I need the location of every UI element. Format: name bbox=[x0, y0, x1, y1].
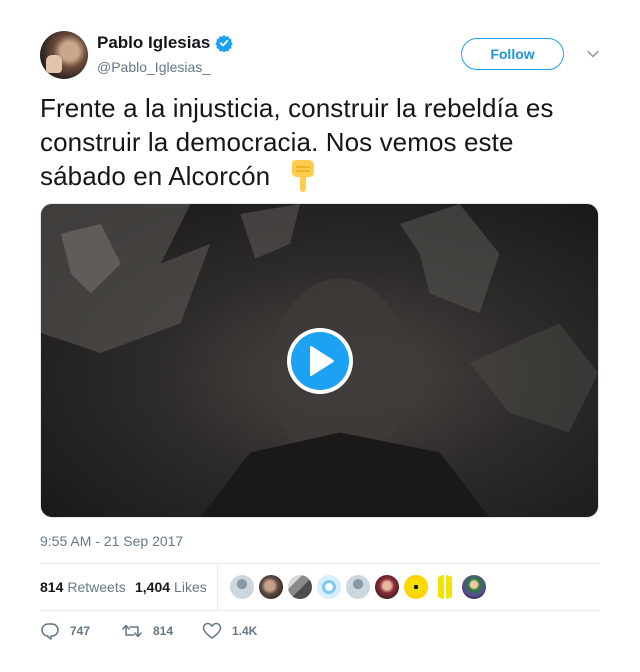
reply-count: 747 bbox=[70, 624, 91, 638]
retweets-stat[interactable]: 814 Retweets bbox=[40, 579, 126, 595]
liker-avatar[interactable] bbox=[374, 574, 400, 600]
reply-icon bbox=[41, 623, 59, 640]
video-player[interactable] bbox=[40, 203, 599, 518]
tweet-text: Frente a la injusticia, construir la reb… bbox=[40, 91, 600, 193]
avatar[interactable] bbox=[40, 31, 88, 79]
pointing-down-icon bbox=[291, 160, 314, 192]
tweet-stats: 814 Retweets 1,404 Likes bbox=[40, 564, 600, 610]
liker-avatar[interactable] bbox=[432, 574, 458, 600]
likes-label: Likes bbox=[174, 579, 207, 595]
liker-avatar[interactable] bbox=[316, 574, 342, 600]
author-name-row: Pablo Iglesias bbox=[97, 33, 234, 53]
author-handle[interactable]: @Pablo_Iglesias_ bbox=[97, 59, 210, 75]
liker-avatar[interactable] bbox=[461, 574, 487, 600]
retweets-count: 814 bbox=[40, 579, 64, 595]
reply-action[interactable]: 747 bbox=[40, 622, 90, 640]
retweet-action[interactable]: 814 bbox=[121, 622, 173, 640]
liker-avatar[interactable] bbox=[403, 574, 429, 600]
retweets-label: Retweets bbox=[67, 579, 126, 595]
liker-avatar[interactable] bbox=[229, 574, 255, 600]
liker-avatar[interactable] bbox=[287, 574, 313, 600]
tweet-actions: 747 814 1.4K bbox=[40, 620, 600, 644]
tweet-timestamp[interactable]: 9:55 AM - 21 Sep 2017 bbox=[40, 533, 183, 549]
heart-icon bbox=[202, 622, 222, 639]
verified-badge-icon bbox=[215, 35, 234, 52]
tweet-header: Pablo Iglesias @Pablo_Iglesias_ Follow bbox=[40, 31, 600, 79]
like-action[interactable]: 1.4K bbox=[202, 622, 257, 640]
play-button[interactable] bbox=[287, 328, 353, 394]
author-name[interactable]: Pablo Iglesias bbox=[97, 33, 210, 53]
avatar-hand bbox=[46, 55, 62, 73]
likes-stat[interactable]: 1,404 Likes bbox=[135, 579, 207, 595]
play-icon bbox=[310, 346, 334, 376]
retweet-count: 814 bbox=[153, 624, 174, 638]
chevron-down-icon[interactable] bbox=[586, 47, 600, 61]
retweet-icon bbox=[122, 624, 142, 638]
stats-separator bbox=[217, 564, 218, 610]
liker-avatar[interactable] bbox=[258, 574, 284, 600]
liker-avatar[interactable] bbox=[345, 574, 371, 600]
divider-bottom bbox=[40, 610, 600, 611]
likes-count: 1,404 bbox=[135, 579, 171, 595]
follow-button[interactable]: Follow bbox=[461, 38, 564, 70]
like-count: 1.4K bbox=[232, 624, 258, 638]
